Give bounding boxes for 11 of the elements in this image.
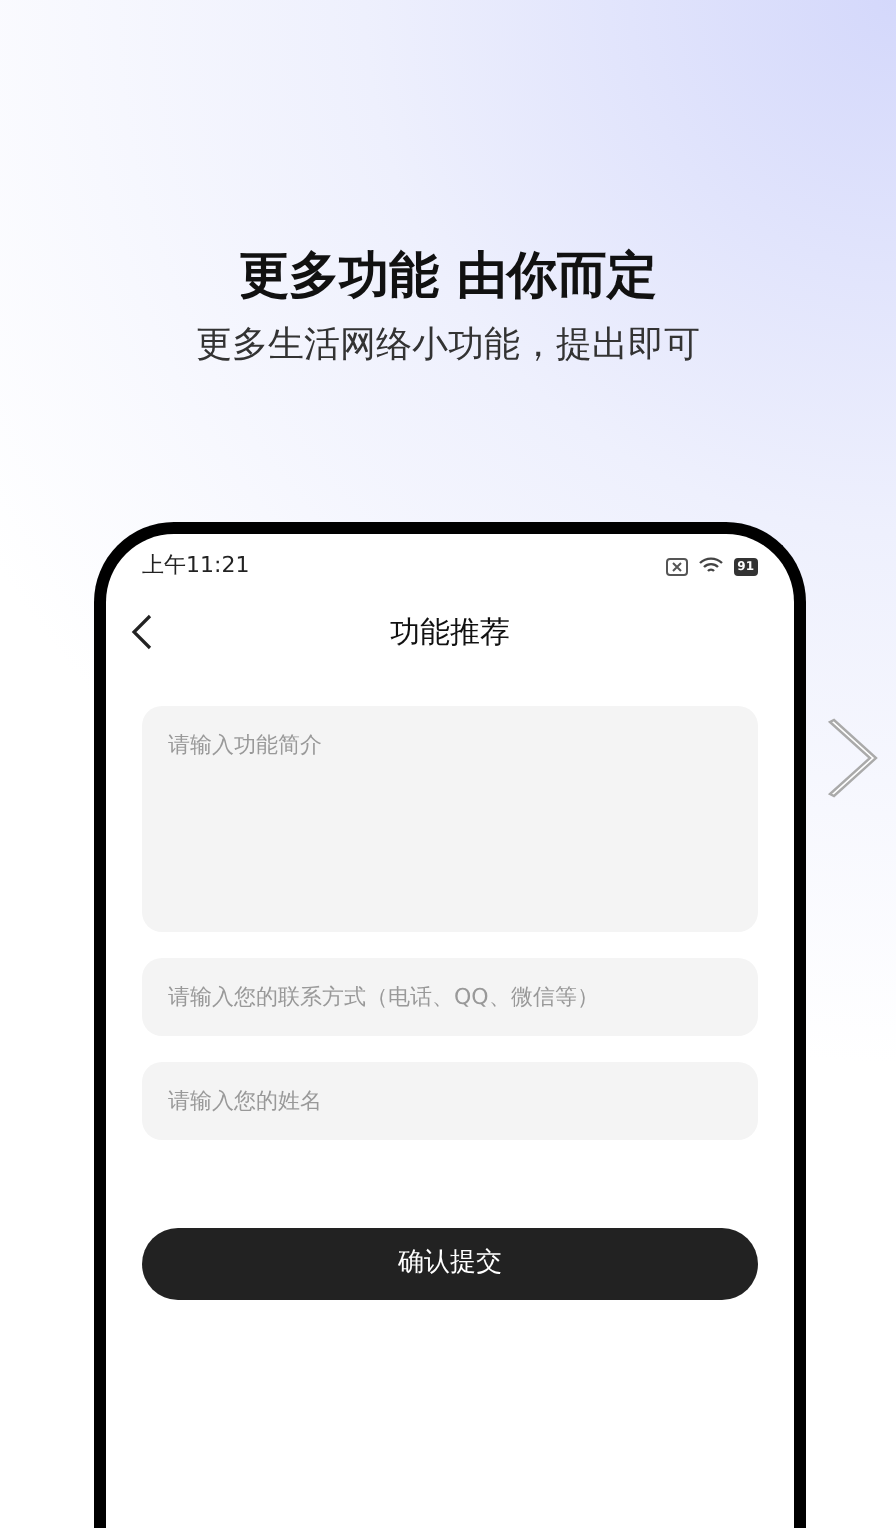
sim-icon xyxy=(665,557,688,575)
subtitle: 更多生活网络小功能，提出即可 xyxy=(194,322,702,370)
input-field[interactable]: 请输入您的联系方式（电话、QQ、微信等） xyxy=(142,958,758,1036)
page-title: 功能推荐 xyxy=(390,611,510,654)
description-field[interactable]: 请输入功能简介 xyxy=(142,706,758,932)
headline: 更多功能 由你而定 xyxy=(237,244,659,308)
input-field[interactable]: 请输入您的姓名 xyxy=(142,1062,758,1140)
back-icon[interactable] xyxy=(130,612,154,652)
submit-button[interactable]: 确认提交 xyxy=(142,1228,758,1300)
wifi-icon xyxy=(697,556,724,576)
status-time: 上午11:21 xyxy=(142,549,250,582)
